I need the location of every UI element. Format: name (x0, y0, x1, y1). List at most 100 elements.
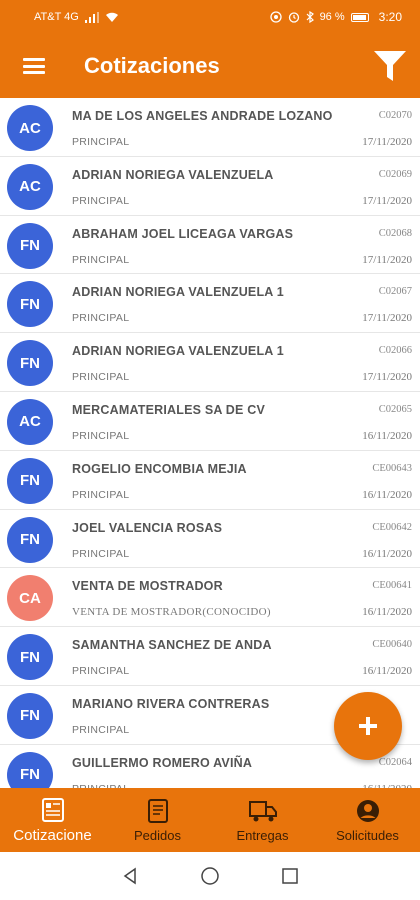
nav-label: Cotizacione (13, 826, 92, 844)
quote-row[interactable]: FN ADRIAN NORIEGA VALENZUELA 1 PRINCIPAL C0… (0, 333, 420, 392)
branch-label: PRINCIPAL (72, 488, 130, 501)
page-title: Cotizaciones (84, 53, 220, 78)
quote-row[interactable]: FN JOEL VALENCIA ROSAS PRINCIPAL CE00642 16/… (0, 510, 420, 569)
quote-row[interactable]: CA VENTA DE MOSTRADOR VENTA DE MOSTRADOR(C… (0, 568, 420, 628)
client-name: MA DE LOS ANGELES ANDRADE LOZANO (72, 109, 333, 123)
nfc-icon (269, 11, 282, 23)
filter-button[interactable] (360, 34, 420, 98)
client-name: ABRAHAM JOEL LICEAGA VARGAS (72, 226, 294, 241)
avatar: FN (7, 340, 53, 387)
avatar: FN (7, 457, 53, 504)
quote-code: CE00643 (372, 462, 412, 474)
system-nav-bar (0, 852, 420, 900)
menu-button[interactable] (0, 34, 68, 98)
quote-code: CE00640 (372, 639, 412, 651)
plus-icon (359, 717, 377, 735)
quote-date: 16/11/2020 (362, 665, 412, 678)
quote-date: 16/11/2020 (362, 547, 412, 560)
quote-code: C02066 (378, 345, 412, 357)
status-right: 96 % 3:20 (269, 10, 402, 24)
branch-label: PRINCIPAL (72, 253, 130, 266)
quotes-list: AC MA DE LOS ANGELES ANDRADE LOZANO PRINCI… (0, 98, 420, 788)
quote-date: 16/11/2020 (362, 606, 412, 619)
filter-icon (374, 51, 406, 81)
branch-label: PRINCIPAL (72, 723, 130, 736)
quote-date: 17/11/2020 (362, 312, 412, 325)
bottom-nav: Cotizacione Pedidos Entregas Solicitudes (0, 788, 420, 852)
branch-label: VENTA DE MOSTRADOR(CONOCIDO) (72, 606, 271, 619)
nav-solicitudes[interactable]: Solicitudes (315, 788, 420, 852)
carrier-label: AT&T 4G (34, 11, 79, 23)
branch-label: PRINCIPAL (72, 194, 130, 207)
client-name: ADRIAN NORIEGA VALENZUELA 1 (72, 344, 284, 359)
quote-code: C02070 (378, 110, 412, 121)
branch-label: PRINCIPAL (72, 312, 130, 325)
quote-code: CE00641 (372, 580, 412, 592)
nav-label: Entregas (236, 827, 289, 843)
back-icon (123, 867, 136, 885)
quote-code: C02068 (378, 227, 412, 239)
branch-label: PRINCIPAL (72, 136, 130, 148)
quote-code: C02064 (378, 756, 412, 768)
nav-pedidos[interactable]: Pedidos (105, 788, 210, 852)
battery-icon (350, 12, 369, 22)
hamburger-icon (23, 58, 45, 74)
quote-date: 16/11/2020 (362, 429, 412, 442)
nav-label: Pedidos (134, 827, 181, 843)
bluetooth-icon (306, 11, 314, 23)
quote-row[interactable]: FN ABRAHAM JOEL LICEAGA VARGAS PRINCIPAL C0… (0, 216, 420, 275)
signal-icon (84, 11, 99, 23)
clock: 3:20 (378, 10, 402, 24)
quote-row[interactable]: FN ADRIAN NORIEGA VALENZUELA 1 PRINCIPAL C0… (0, 274, 420, 334)
client-name: ROGELIO ENCOMBIA MEJIA (72, 461, 247, 476)
recents-icon (282, 868, 298, 884)
client-name: JOEL VALENCIA ROSAS (72, 520, 223, 535)
nav-label: Solicitudes (336, 827, 399, 843)
avatar: FN (7, 281, 53, 328)
client-name: GUILLERMO ROMERO AVIÑA (72, 755, 253, 770)
quote-date: 17/11/2020 (362, 253, 412, 266)
back-button[interactable] (115, 861, 145, 891)
avatar: FN (7, 692, 53, 739)
nav-entregas[interactable]: Entregas (210, 788, 315, 852)
avatar: AC (7, 398, 53, 445)
status-bar: AT&T 4G 96 % 3:20 (0, 0, 420, 34)
quote-code: C02069 (378, 168, 412, 180)
client-name: VENTA DE MOSTRADOR (72, 579, 223, 594)
battery-percent: 96 % (319, 11, 345, 23)
recents-button[interactable] (275, 861, 305, 891)
avatar: CA (7, 575, 53, 622)
client-name: ADRIAN NORIEGA VALENZUELA 1 (72, 285, 284, 300)
quote-row[interactable]: AC MA DE LOS ANGELES ANDRADE LOZANO PRINCI… (0, 98, 420, 157)
avatar: FN (7, 516, 53, 563)
avatar: AC (7, 163, 53, 210)
add-quote-button[interactable] (334, 692, 402, 760)
quote-code: CE00642 (372, 521, 412, 533)
avatar: FN (7, 222, 53, 269)
avatar: FN (7, 634, 53, 681)
quote-code: C02065 (378, 403, 412, 415)
branch-label: PRINCIPAL (72, 371, 130, 384)
quote-row[interactable]: AC MERCAMATERIALES SA DE CV PRINCIPAL C0206… (0, 392, 420, 451)
home-button[interactable] (195, 861, 225, 891)
client-name: MARIANO RIVERA CONTRERAS (72, 696, 270, 711)
quote-row[interactable]: AC ADRIAN NORIEGA VALENZUELA PRINCIPAL C020… (0, 157, 420, 216)
quote-row[interactable]: FN SAMANTHA SANCHEZ DE ANDA PRINCIPAL CE006… (0, 627, 420, 686)
alarm-icon (288, 12, 299, 23)
avatar: FN (7, 751, 53, 788)
branch-label: PRINCIPAL (72, 429, 130, 442)
branch-label: PRINCIPAL (72, 665, 130, 678)
client-name: ADRIAN NORIEGA VALENZUELA (72, 167, 274, 182)
branch-label: PRINCIPAL (72, 547, 130, 560)
quote-date: 17/11/2020 (362, 194, 412, 207)
app-bar: Cotizaciones (0, 34, 420, 98)
quote-date: 17/11/2020 (362, 136, 412, 148)
quote-code: C02067 (378, 286, 412, 298)
home-icon (201, 867, 219, 885)
quote-row[interactable]: FN ROGELIO ENCOMBIA MEJIA PRINCIPAL CE00643… (0, 451, 420, 510)
nav-cotizaciones[interactable]: Cotizacione (0, 788, 105, 852)
wifi-icon (105, 12, 118, 22)
quote-date: 16/11/2020 (362, 488, 412, 501)
account-icon (356, 799, 379, 822)
avatar: AC (7, 105, 53, 151)
